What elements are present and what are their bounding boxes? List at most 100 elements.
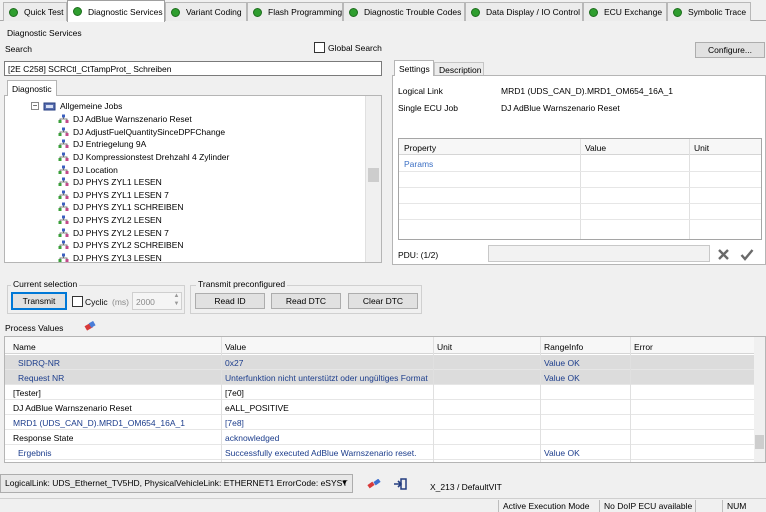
logical-link-select[interactable]: LogicalLink: UDS_Ethernet_TV5HD, Physica… <box>0 474 353 493</box>
tab-ecu-exchange[interactable]: ECU Exchange <box>583 2 667 21</box>
clear-dtc-button[interactable]: Clear DTC <box>348 293 418 309</box>
status-icon <box>171 7 180 17</box>
settings-panel: Logical Link MRD1 (UDS_CAN_D).MRD1_OM654… <box>392 75 766 265</box>
cyclic-label: Cyclic <box>85 297 108 307</box>
discard-icon[interactable] <box>717 248 730 261</box>
process-clear-icon[interactable] <box>84 321 96 331</box>
cell-name: MRD1 (UDS_CAN_D).MRD1_OM654_16A_1 <box>13 418 185 428</box>
chevron-down-icon[interactable]: ▼ <box>341 480 348 487</box>
vit-login-icon[interactable] <box>393 478 407 490</box>
cell-value: 0x27 <box>225 358 244 368</box>
job-node-icon <box>58 215 69 225</box>
cell-value: [7e0] <box>225 388 244 398</box>
status-icon <box>73 7 82 16</box>
tab-diagnostic-services[interactable]: Diagnostic Services <box>67 0 165 22</box>
search-input[interactable]: [2E C258] SCRCtl_CtTampProt_ Schreiben <box>4 61 382 76</box>
table-row[interactable]: SIDRQ-NR 0x27 Value OK <box>5 355 754 370</box>
spin-up-icon[interactable]: ▲ <box>171 293 182 301</box>
tab-variant-coding[interactable]: Variant Coding <box>165 2 247 21</box>
table-row[interactable]: MRD1 (UDS_CAN_D).MRD1_OM654_16A_1 [7e8] <box>5 415 754 430</box>
process-values-title: Process Values <box>5 323 64 333</box>
value-header: Value <box>585 143 607 153</box>
table-row[interactable]: Response State acknowledged <box>5 430 754 445</box>
tab-quick-test[interactable]: Quick Test <box>3 2 67 21</box>
tree-item[interactable]: DJ PHYS ZYL1 LESEN 7 <box>58 189 169 202</box>
ms-label: (ms) <box>112 297 129 307</box>
cell-value: [7e8] <box>225 418 244 428</box>
tab-flash-programming[interactable]: Flash Programming <box>247 2 343 21</box>
single-ecu-label: Single ECU Job <box>398 103 459 113</box>
read-id-button[interactable]: Read ID <box>195 293 265 309</box>
tab-data-display[interactable]: Data Display / IO Control <box>465 2 583 21</box>
tree-item[interactable]: DJ PHYS ZYL1 SCHREIBEN <box>58 201 184 214</box>
job-node-icon <box>58 228 69 237</box>
tree-item[interactable]: DJ PHYS ZYL2 LESEN 7 <box>58 226 169 239</box>
interval-value: 2000 <box>136 297 155 307</box>
tree-item[interactable]: DJ AdjustFuelQuantitySinceDPFChange <box>58 126 225 139</box>
cell-name: Ergebnis <box>18 448 52 458</box>
tree-item[interactable]: DJ Entriegelung 9A <box>58 138 146 151</box>
tree-item-label: DJ PHYS ZYL1 LESEN 7 <box>73 189 169 200</box>
global-search-label: Global Search <box>328 43 382 53</box>
tab-diagnostic-trouble-codes[interactable]: Diagnostic Trouble Codes <box>343 2 465 21</box>
tree-item[interactable]: DJ PHYS ZYL1 LESEN <box>58 176 162 189</box>
tree-expand-icon[interactable]: − <box>31 102 39 110</box>
tree-scroll-thumb[interactable] <box>368 168 379 182</box>
cell-value: Unterfunktion nicht unterstützt oder ung… <box>225 373 428 383</box>
tab-diagnostic[interactable]: Diagnostic <box>7 80 57 96</box>
property-grid: Property Value Unit Params <box>398 138 762 240</box>
tree-item-label: DJ PHYS ZYL3 LESEN <box>73 252 162 263</box>
apply-icon[interactable] <box>740 248 754 261</box>
global-search-checkbox[interactable] <box>314 42 325 53</box>
cell-name: Response State <box>13 433 74 443</box>
tree-group-row[interactable]: − Allgemeine Jobs <box>31 100 122 112</box>
status-spacer <box>695 500 721 512</box>
table-scrollbar[interactable] <box>754 337 765 462</box>
tab-settings[interactable]: Settings <box>394 60 434 76</box>
tree-item-label: DJ PHYS ZYL2 LESEN <box>73 215 162 226</box>
tree-item[interactable]: DJ PHYS ZYL2 LESEN <box>58 214 162 227</box>
table-row[interactable]: Ergebnis Successfully executed AdBlue War… <box>5 445 754 460</box>
transmit-button[interactable]: Transmit <box>11 292 67 310</box>
configure-button[interactable]: Configure... <box>695 42 765 58</box>
params-row[interactable]: Params <box>404 159 433 169</box>
cell-value: eALL_POSITIVE <box>225 403 289 413</box>
table-row[interactable]: [Tester] [7e0] <box>5 385 754 400</box>
status-icon <box>9 7 18 17</box>
tree-item-label: DJ Entriegelung 9A <box>73 139 147 150</box>
interval-spinner[interactable]: 2000 ▲ ▼ <box>132 292 182 310</box>
pdu-label: PDU: (1/2) <box>398 250 439 260</box>
job-node-icon <box>58 114 69 124</box>
tree-item-label: DJ Kompressionstest Drehzahl 4 Zylinder <box>73 152 230 163</box>
unit-header: Unit <box>694 143 710 153</box>
tree-item[interactable]: DJ AdBlue Warnszenario Reset <box>58 113 192 126</box>
cell-range: Value OK <box>544 373 580 383</box>
tree-item[interactable]: DJ PHYS ZYL3 LESEN <box>58 252 162 263</box>
cell-value: acknowledged <box>225 433 280 443</box>
tree-item[interactable]: DJ Kompressionstest Drehzahl 4 Zylinder <box>58 151 229 164</box>
tab-description[interactable]: Description <box>434 62 484 76</box>
spin-down-icon[interactable]: ▼ <box>171 301 182 309</box>
job-node-icon <box>58 190 69 199</box>
job-folder-icon <box>43 102 56 111</box>
tree-item-label: DJ PHYS ZYL2 LESEN 7 <box>73 227 169 238</box>
cell-range: Value OK <box>544 358 580 368</box>
cyclic-checkbox[interactable] <box>72 296 83 307</box>
table-row[interactable]: DJ AdBlue Warnszenario Reset eALL_POSITIV… <box>5 400 754 415</box>
read-dtc-button[interactable]: Read DTC <box>271 293 341 309</box>
tree-item[interactable]: DJ PHYS ZYL2 SCHREIBEN <box>58 239 184 252</box>
job-node-icon <box>58 253 69 262</box>
single-ecu-value: DJ AdBlue Warnszenario Reset <box>501 103 620 113</box>
table-row[interactable]: Request NR Unterfunktion nicht unterstütz… <box>5 370 754 385</box>
status-icon <box>673 7 682 17</box>
link-disconnect-icon[interactable] <box>367 479 381 489</box>
search-label: Search <box>5 44 32 54</box>
pdu-field[interactable] <box>488 245 710 262</box>
tree-scrollbar[interactable] <box>365 96 381 262</box>
tree-item[interactable]: DJ Location <box>58 163 118 176</box>
tree-item-label: DJ PHYS ZYL1 SCHREIBEN <box>73 202 184 213</box>
table-scroll-thumb[interactable] <box>755 435 764 449</box>
cell-name: Request NR <box>18 373 65 383</box>
tab-symbolic-trace[interactable]: Symbolic Trace <box>667 2 751 21</box>
status-bar: Active Execution Mode No DoIP ECU availa… <box>0 498 766 512</box>
